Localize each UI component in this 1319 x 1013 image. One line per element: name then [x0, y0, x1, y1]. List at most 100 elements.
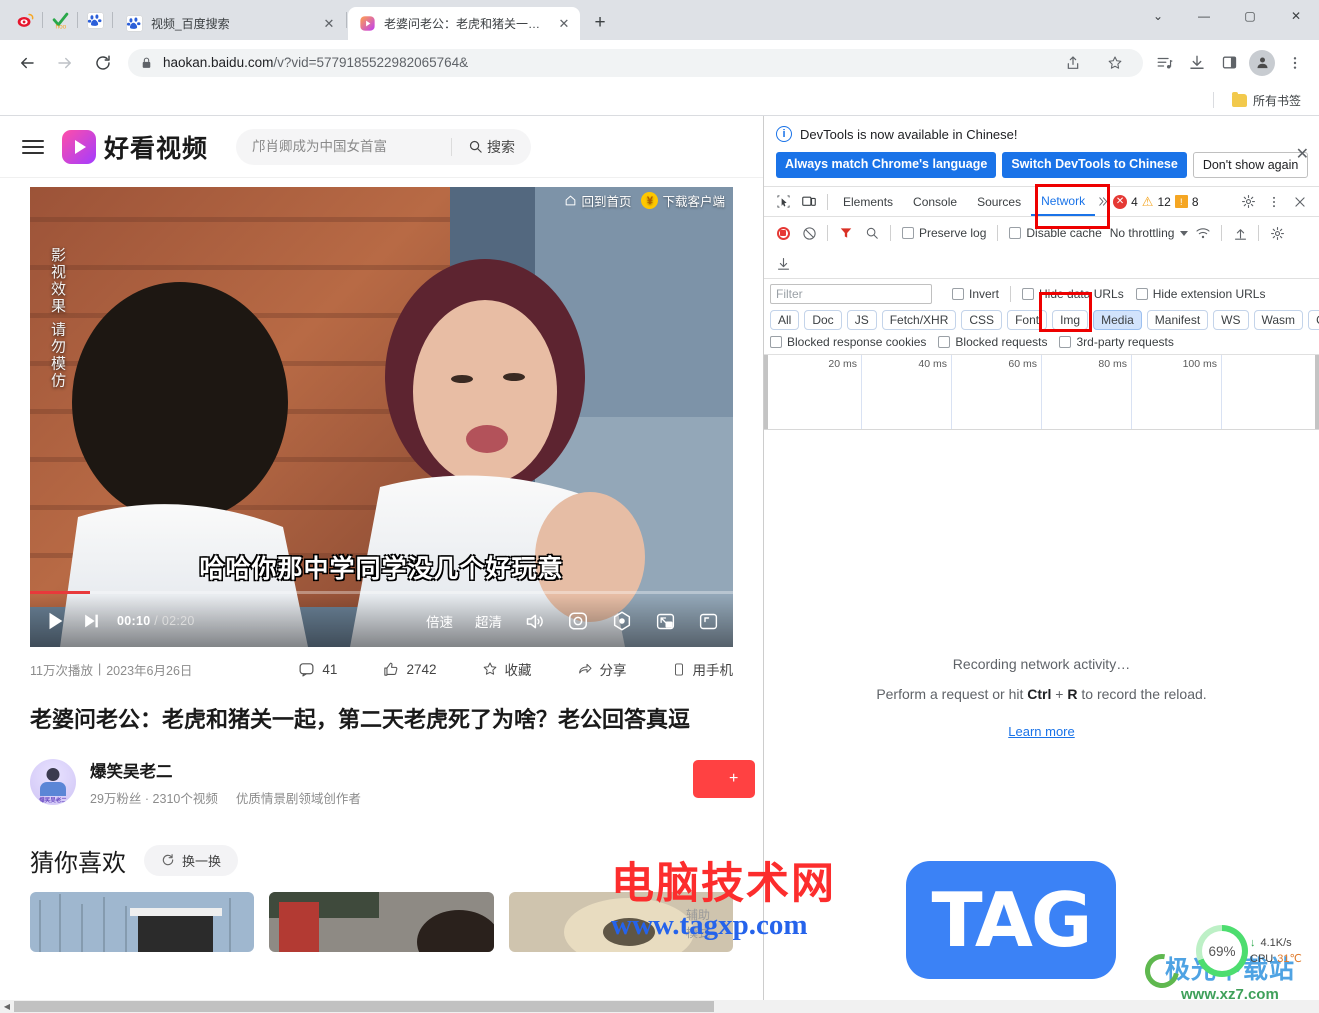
clear-network-button[interactable] — [796, 220, 822, 246]
settings-button[interactable] — [611, 610, 633, 632]
capture-button[interactable] — [567, 610, 589, 632]
download-button[interactable] — [1183, 49, 1211, 77]
type-filter-doc[interactable]: Doc — [804, 310, 842, 330]
window-minimize-button[interactable]: — — [1181, 0, 1227, 32]
back-button[interactable] — [13, 49, 41, 77]
download-client-button[interactable]: ¥ 下载客户端 — [641, 191, 725, 210]
chrome-menu-button[interactable] — [1281, 49, 1309, 77]
timeline-left-handle[interactable] — [764, 355, 768, 429]
follow-button[interactable]: + — [693, 759, 755, 798]
browser-tab-0[interactable]: 视频_百度搜索 ✕ — [115, 7, 345, 40]
fullscreen-button[interactable] — [698, 611, 719, 632]
search-button[interactable]: 搜索 — [452, 137, 531, 157]
pinned-tab-weibo[interactable] — [8, 4, 42, 36]
reading-list-button[interactable] — [1151, 49, 1179, 77]
devtools-tab-sources[interactable]: Sources — [967, 187, 1031, 216]
phone-watch-button[interactable]: 用手机 — [672, 659, 733, 679]
recommendation-card[interactable] — [269, 891, 494, 952]
quality-button[interactable]: 超清 — [475, 611, 502, 631]
banner-close-icon[interactable]: ✕ — [1296, 144, 1309, 164]
learn-more-link[interactable]: Learn more — [1008, 724, 1074, 739]
devtools-tab-network[interactable]: Network — [1031, 187, 1096, 216]
share-button[interactable]: 分享 — [577, 659, 627, 679]
always-match-language-button[interactable]: Always match Chrome's language — [776, 152, 997, 178]
browser-tab-1[interactable]: 老婆问老公：老虎和猪关一起， ✕ — [348, 7, 580, 40]
next-episode-button[interactable] — [82, 611, 101, 631]
window-more-button[interactable]: ⌄ — [1135, 0, 1181, 32]
scrollbar-thumb[interactable] — [14, 1001, 714, 1012]
profile-button[interactable] — [1249, 49, 1275, 76]
invert-checkbox[interactable]: Invert — [946, 287, 1005, 301]
import-har-button[interactable] — [770, 250, 796, 276]
filter-toggle-button[interactable] — [833, 220, 859, 246]
window-maximize-button[interactable]: ▢ — [1227, 0, 1273, 32]
network-settings-button[interactable] — [1264, 220, 1290, 246]
video-progress-bar[interactable] — [30, 591, 733, 594]
picture-in-picture-button[interactable] — [655, 611, 676, 632]
favorite-button[interactable]: 收藏 — [482, 659, 532, 679]
window-close-button[interactable]: ✕ — [1273, 0, 1319, 32]
back-to-home-button[interactable]: 回到首页 — [564, 191, 631, 210]
type-filter-css[interactable]: CSS — [961, 310, 1003, 330]
pinned-tab-baidu[interactable] — [78, 4, 112, 36]
issue-counters[interactable]: ✕ 4 ⚠ 12 ! 8 — [1113, 194, 1199, 210]
share-button[interactable] — [1059, 49, 1087, 77]
type-filter-wasm[interactable]: Wasm — [1253, 310, 1304, 330]
dont-show-again-button[interactable]: Don't show again — [1192, 152, 1309, 178]
filter-input[interactable] — [770, 284, 932, 304]
network-conditions-button[interactable] — [1190, 220, 1216, 246]
scroll-left-arrow-icon[interactable]: ◀ — [0, 1002, 14, 1011]
network-search-button[interactable] — [859, 220, 885, 246]
author-name[interactable]: 爆笑吴老二 — [90, 758, 361, 782]
type-filter-media[interactable]: Media — [1093, 310, 1142, 330]
type-filter-other[interactable]: Other — [1308, 310, 1319, 330]
site-brand[interactable]: 好看视频 — [62, 129, 208, 165]
type-filter-font[interactable]: Font — [1007, 310, 1048, 330]
bookmark-button[interactable] — [1101, 49, 1129, 77]
type-filter-all[interactable]: All — [770, 310, 800, 330]
third-party-requests-checkbox[interactable]: 3rd-party requests — [1053, 335, 1179, 349]
like-button[interactable]: 2742 — [382, 661, 437, 678]
type-filter-fetch-xhr[interactable]: Fetch/XHR — [881, 310, 957, 330]
system-monitor-widget[interactable]: 69% ↓ 4.1K/s CPU 31℃ — [1196, 925, 1302, 977]
throttling-dropdown[interactable]: No throttling — [1108, 226, 1191, 240]
volume-button[interactable] — [524, 611, 545, 632]
search-input[interactable] — [236, 139, 452, 154]
reload-button[interactable] — [89, 49, 117, 77]
page-horizontal-scrollbar[interactable]: ◀ — [0, 1000, 763, 1013]
devtools-tab-elements[interactable]: Elements — [833, 187, 903, 216]
refresh-recommendations-button[interactable]: 换一换 — [144, 844, 239, 876]
export-har-button[interactable] — [1227, 220, 1253, 246]
type-filter-manifest[interactable]: Manifest — [1146, 310, 1209, 330]
speed-button[interactable]: 倍速 — [426, 611, 453, 631]
devtools-tab-console[interactable]: Console — [903, 187, 967, 216]
author-avatar[interactable]: 爆笑吴老二 — [30, 759, 76, 806]
devtools-close-button[interactable] — [1287, 189, 1313, 215]
forward-button[interactable] — [51, 49, 79, 77]
disable-cache-checkbox[interactable]: Disable cache — [1003, 226, 1107, 240]
preserve-log-checkbox[interactable]: Preserve log — [896, 226, 992, 240]
tab-close-icon[interactable]: ✕ — [321, 16, 337, 32]
devtools-settings-button[interactable] — [1235, 189, 1261, 215]
address-bar[interactable]: haokan.baidu.com/v?vid=57791855229820657… — [128, 48, 1143, 77]
blocked-requests-checkbox[interactable]: Blocked requests — [932, 335, 1053, 349]
all-bookmarks-button[interactable]: 所有书签 — [1226, 89, 1307, 112]
more-tabs-button[interactable] — [1095, 189, 1109, 215]
network-timeline-overview[interactable]: 20 ms 40 ms 60 ms 80 ms 100 ms — [764, 355, 1319, 430]
site-search-box[interactable]: 搜索 — [236, 128, 532, 165]
hide-data-urls-checkbox[interactable]: Hide data URLs — [1016, 287, 1130, 301]
devtools-more-button[interactable] — [1261, 189, 1287, 215]
record-button[interactable] — [770, 220, 796, 246]
timeline-right-handle[interactable] — [1315, 355, 1319, 429]
tab-close-icon[interactable]: ✕ — [556, 16, 572, 32]
hide-extension-urls-checkbox[interactable]: Hide extension URLs — [1130, 287, 1272, 301]
recommendation-card[interactable] — [30, 891, 255, 952]
type-filter-img[interactable]: Img — [1052, 310, 1089, 330]
type-filter-ws[interactable]: WS — [1213, 310, 1249, 330]
hamburger-icon[interactable] — [22, 139, 44, 154]
blocked-response-cookies-checkbox[interactable]: Blocked response cookies — [770, 335, 932, 349]
type-filter-js[interactable]: JS — [846, 310, 877, 330]
video-player[interactable]: 回到首页 ¥ 下载客户端 影视效果 请勿模仿 哈哈你那中学同学没几个好玩意 00… — [30, 187, 733, 647]
device-toolbar-button[interactable] — [796, 189, 822, 215]
play-button[interactable] — [44, 609, 66, 633]
